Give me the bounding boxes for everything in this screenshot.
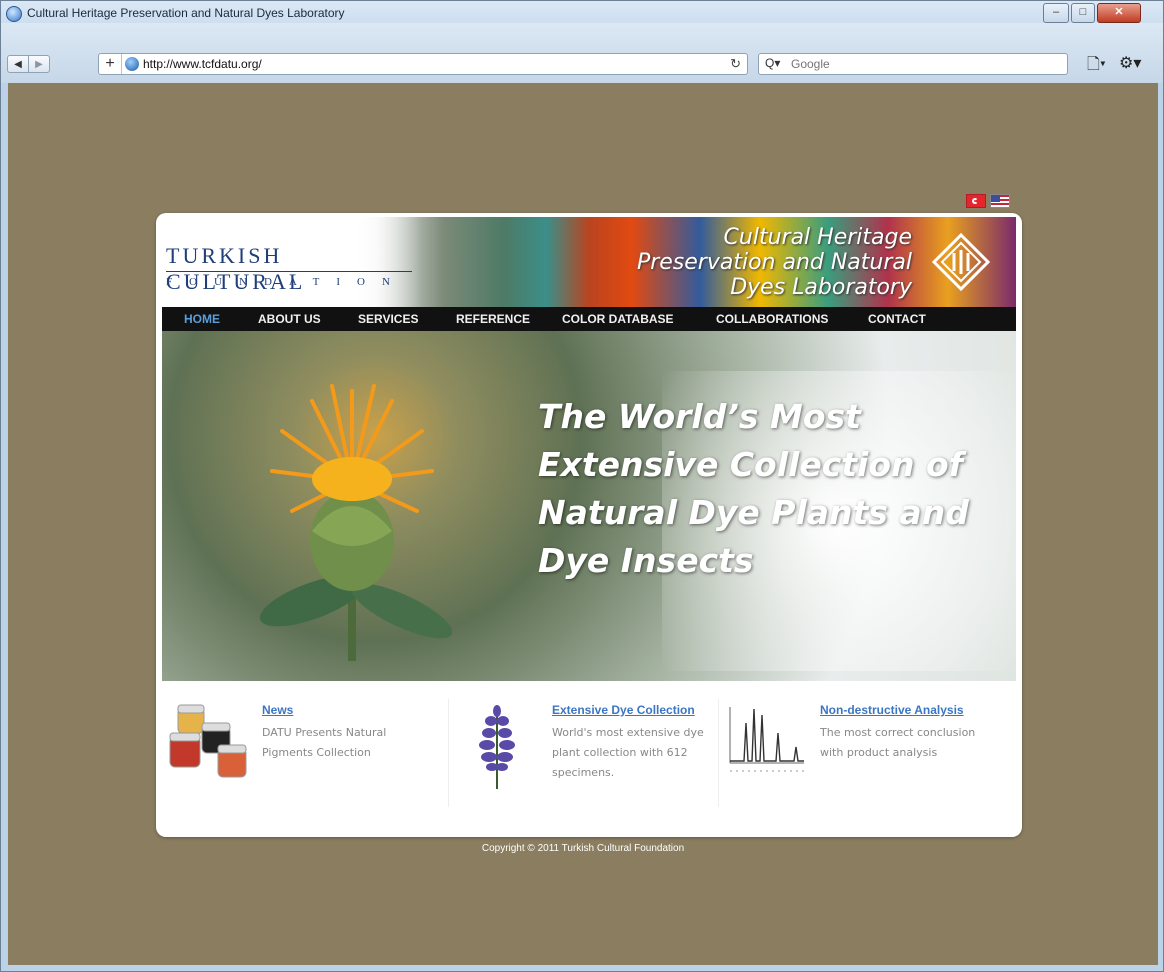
window-title: Cultural Heritage Preservation and Natur… xyxy=(27,6,345,20)
analysis-link[interactable]: Non-destructive Analysis xyxy=(820,703,964,717)
menu-item-home[interactable]: HOME xyxy=(184,312,220,326)
menu-item-about-us[interactable]: ABOUT US xyxy=(258,312,321,326)
datu-logo-icon xyxy=(932,233,990,291)
copyright-text: Copyright © 2011 Turkish Cultural Founda… xyxy=(481,843,685,854)
feature-news: News DATU Presents Natural Pigments Coll… xyxy=(166,703,426,813)
menu-item-contact[interactable]: CONTACT xyxy=(868,312,926,326)
chromatogram-icon[interactable] xyxy=(724,703,806,789)
hero-banner: The World’s Most Extensive Collection of… xyxy=(162,331,1016,681)
maximize-button[interactable]: □ xyxy=(1071,3,1095,23)
hero-line-3: Natural Dye Plants and xyxy=(538,493,969,532)
minimize-button[interactable]: – xyxy=(1043,3,1069,23)
site-card: TURKISH CULTURAL FOUNDATION Cultural Her… xyxy=(156,213,1022,837)
page-menu-icon[interactable]: 🗋▾ xyxy=(1087,53,1106,80)
menu-item-collaborations[interactable]: COLLABORATIONS xyxy=(716,312,828,326)
feature-divider xyxy=(718,699,719,807)
menu-item-services[interactable]: SERVICES xyxy=(358,312,418,326)
lab-title-line-3: Dyes Laboratory xyxy=(730,275,912,300)
lab-title: Cultural Heritage Preservation and Natur… xyxy=(602,225,912,300)
url-text[interactable]: http://www.tcfdatu.org/ xyxy=(143,57,262,71)
dye-plant-icon[interactable] xyxy=(456,703,538,789)
back-button[interactable]: ◀ xyxy=(7,55,29,73)
lab-title-line-2: Preservation and Natural xyxy=(636,250,912,275)
close-button[interactable]: ✕ xyxy=(1097,3,1141,23)
pigment-jars-icon[interactable] xyxy=(166,703,248,789)
language-flags xyxy=(966,193,1016,209)
us-flag-icon[interactable] xyxy=(990,194,1010,208)
address-bar[interactable]: + http://www.tcfdatu.org/ ↻ xyxy=(98,53,748,75)
dye-collection-link[interactable]: Extensive Dye Collection xyxy=(552,703,695,717)
feature-divider xyxy=(448,699,449,807)
page-viewport: TURKISH CULTURAL FOUNDATION Cultural Her… xyxy=(8,83,1158,965)
browser-toolbar: ◀ ▶ + http://www.tcfdatu.org/ ↻ Q▾ 🗋▾ ⚙▾ xyxy=(1,23,1163,83)
site-header: TURKISH CULTURAL FOUNDATION Cultural Her… xyxy=(162,217,1016,307)
turkish-flag-icon[interactable] xyxy=(966,194,986,208)
gear-icon[interactable]: ⚙▾ xyxy=(1119,53,1141,73)
search-box[interactable]: Q▾ xyxy=(758,53,1068,75)
safari-app-icon xyxy=(6,6,22,22)
hero-line-1: The World’s Most xyxy=(538,397,861,436)
feature-analysis: Non-destructive Analysis The most correc… xyxy=(724,703,984,813)
safflower-image xyxy=(259,384,452,661)
hero-line-4: Dye Insects xyxy=(538,541,754,580)
analysis-description: The most correct conclusion with product… xyxy=(820,726,976,759)
globe-icon xyxy=(125,57,139,71)
reload-icon[interactable]: ↻ xyxy=(730,56,741,72)
news-description: DATU Presents Natural Pigments Collectio… xyxy=(262,726,387,759)
foundation-logo[interactable]: TURKISH CULTURAL FOUNDATION xyxy=(162,217,422,307)
main-menu: HOME ABOUT US SERVICES REFERENCE COLOR D… xyxy=(162,307,1016,331)
logo-rule xyxy=(166,271,412,272)
search-input[interactable] xyxy=(789,56,1063,72)
hero-heading: The World’s Most Extensive Collection of… xyxy=(538,393,998,585)
news-link[interactable]: News xyxy=(262,703,293,717)
add-bookmark-button[interactable]: + xyxy=(99,54,122,74)
hero-line-2: Extensive Collection of xyxy=(538,445,964,484)
search-icon[interactable]: Q▾ xyxy=(765,56,780,70)
menu-item-reference[interactable]: REFERENCE xyxy=(456,312,530,326)
feature-dye-collection: Extensive Dye Collection World's most ex… xyxy=(456,703,716,813)
logo-bottom-text: FOUNDATION xyxy=(166,276,407,288)
browser-window: Cultural Heritage Preservation and Natur… xyxy=(0,0,1164,972)
lab-title-line-1: Cultural Heritage xyxy=(723,225,912,250)
forward-button[interactable]: ▶ xyxy=(28,55,50,73)
dye-collection-description: World's most extensive dye plant collect… xyxy=(552,726,704,779)
menu-item-color-database[interactable]: COLOR DATABASE xyxy=(562,312,674,326)
